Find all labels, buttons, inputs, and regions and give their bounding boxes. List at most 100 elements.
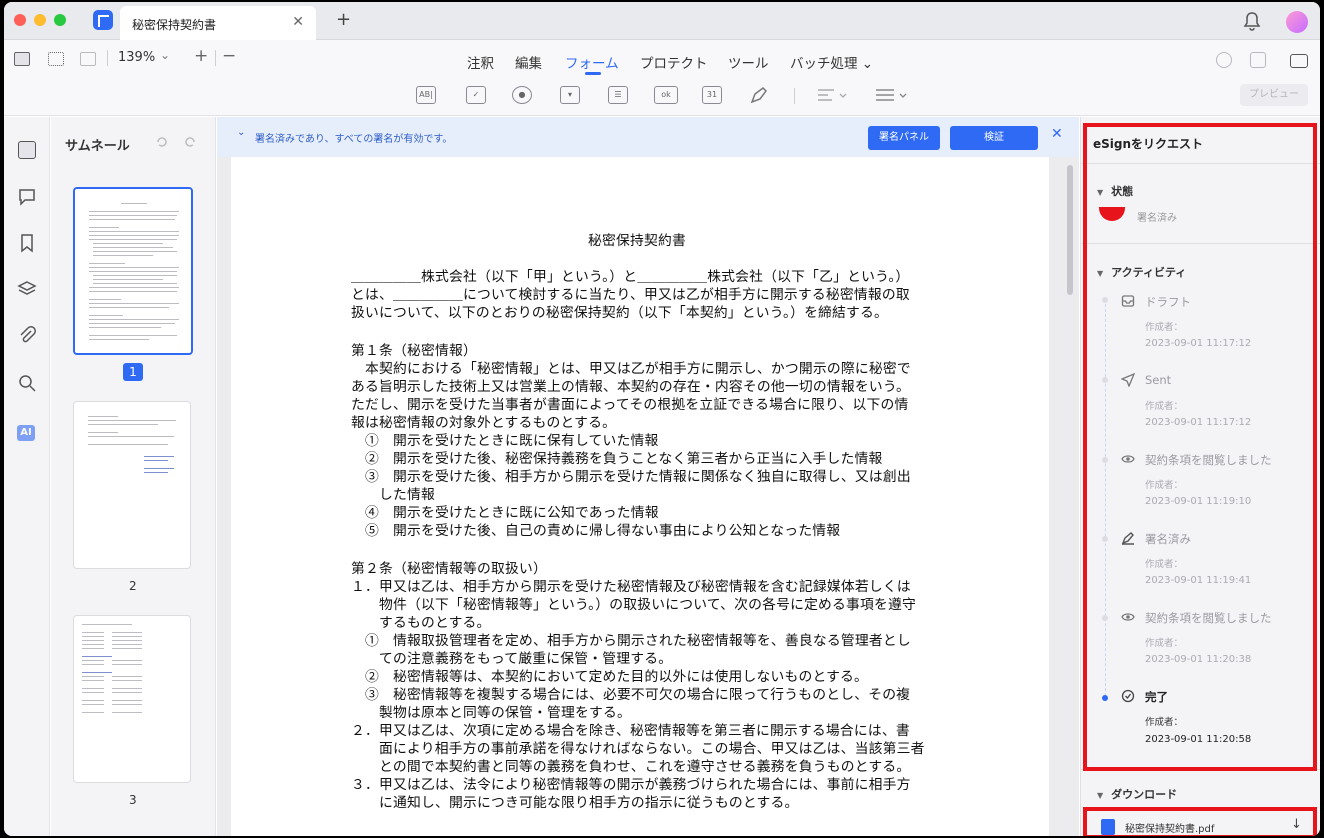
left-icon-bar: AI — [4, 117, 50, 836]
list-box-icon[interactable]: ☰ — [608, 86, 628, 104]
ai-assistant-icon[interactable]: AI — [17, 425, 35, 441]
menu-annotate[interactable]: 注釈 — [467, 52, 494, 72]
close-bar-icon[interactable]: ✕ — [1051, 126, 1063, 142]
page-thumbnail-2[interactable] — [73, 401, 191, 569]
download-section-header[interactable]: ▼ ダウンロード — [1097, 786, 1177, 802]
search-icon[interactable] — [17, 373, 37, 393]
app-logo-icon — [93, 10, 113, 30]
app-window: 秘密保持契約書 ✕ + 139% ⌄ + − 注釈 編集 フォーム プロテクト … — [4, 2, 1320, 836]
doc-line: ③ 秘密情報等を複製する場合には、必要不可欠の場合に限って行うものとし、その複 — [351, 687, 911, 703]
rotate-left-icon[interactable] — [155, 135, 169, 149]
tab-close-icon[interactable]: ✕ — [292, 14, 304, 30]
menu-tools[interactable]: ツール — [728, 52, 769, 72]
thumbnail-panel-title: サムネール — [65, 139, 130, 154]
doc-line: ２．甲又は乙は、次項に定める場合を除き、秘密情報等を第三者に開示する場合には、書 — [351, 723, 910, 739]
checkbox-icon[interactable]: ✓ — [466, 86, 486, 104]
doc-line: ただし、開示を受けた当事者が書面によってその根拠を立証できる場合に限り、以下の情 — [351, 397, 909, 413]
verify-button[interactable]: 検証 — [950, 126, 1038, 150]
user-avatar[interactable] — [1286, 11, 1308, 33]
combo-box-icon[interactable]: ▾ — [560, 86, 580, 104]
doc-line: 報は秘密情報の対象外とするものとする。 — [351, 415, 617, 431]
page-thumbnail-1[interactable] — [73, 187, 193, 355]
tab-title: 秘密保持契約書 — [132, 18, 217, 32]
notification-bell-icon[interactable] — [1242, 10, 1262, 32]
doc-line: 本契約における「秘密情報」とは、甲又は乙が相手方に開示し、かつ開示の際に秘密で — [351, 361, 911, 377]
doc-heading: 第１条（秘密情報） — [351, 343, 477, 359]
zoom-level[interactable]: 139% — [118, 50, 155, 65]
page-thumbnail-icon[interactable] — [18, 141, 36, 159]
doc-line: ① 開示を受けたときに既に保有していた情報 — [351, 433, 659, 449]
doc-line: ＿＿＿＿＿株式会社（以下「甲」という。）と＿＿＿＿＿株式会社（以下「乙」という。… — [351, 269, 910, 285]
doc-line: 面により相手方の事前承諾を得なければならない。この場合、甲又は乙は、当該第三者 — [351, 741, 925, 757]
sidebar-toggle-icon[interactable] — [14, 52, 30, 66]
toolbar-divider — [215, 50, 216, 66]
button-field-icon[interactable]: ok — [654, 86, 678, 104]
document-title: 秘密保持契約書 — [588, 233, 686, 249]
radio-button-icon[interactable]: ● — [512, 86, 532, 104]
page-number-3: 3 — [129, 793, 137, 807]
page-number-1: 1 — [123, 363, 143, 381]
signature-panel-button[interactable]: 署名パネル — [868, 126, 940, 150]
doc-line: 扱いについて、以下のとおりの秘密保持契約（以下「本契約」という。）を締結する。 — [351, 305, 889, 321]
highlight-box-download — [1083, 807, 1317, 836]
zoom-out-button[interactable]: − — [222, 46, 236, 66]
document-viewer: ⌄ 署名済みであり、すべての署名が有効です。 署名パネル 検証 ✕ 秘密保持契約… — [217, 117, 1079, 836]
doc-line: ④ 開示を受けたときに既に公知であった情報 — [351, 505, 659, 521]
doc-line: ての注意義務をもって厳重に保管・管理する。 — [351, 651, 673, 667]
signature-status-text: 署名済みであり、すべての署名が有効です。 — [255, 134, 453, 145]
rotate-right-icon[interactable] — [183, 135, 197, 149]
doc-line: ① 情報取扱管理者を定め、相手方から開示された秘密情報等を、善良なる管理者とし — [351, 633, 911, 649]
vertical-scrollbar[interactable] — [1067, 165, 1073, 295]
minimize-window-button[interactable] — [34, 14, 46, 26]
doc-line: するものとする。 — [351, 615, 491, 631]
page-view-icon[interactable] — [80, 52, 96, 66]
bookmark-icon[interactable] — [17, 233, 37, 253]
doc-line: との間で本契約書と同等の義務を負わせ、これを遵守させる義務を負うものとする。 — [351, 759, 911, 775]
doc-line: 物件（以下「秘密情報等」という。）の取扱いについて、次の各号に定める事項を遵守 — [351, 597, 917, 613]
menu-edit[interactable]: 編集 — [515, 52, 542, 72]
zoom-dropdown-icon[interactable]: ⌄ — [160, 48, 170, 62]
signature-status-bar: ⌄ 署名済みであり、すべての署名が有効です。 署名パネル 検証 ✕ — [217, 117, 1079, 157]
doc-line: 製物は原本と同等の保管・管理をする。 — [351, 705, 631, 721]
toolbar-divider — [107, 50, 108, 66]
zoom-in-button[interactable]: + — [194, 46, 208, 66]
right-panel-toggle-icon[interactable] — [1290, 54, 1308, 68]
title-bar: 秘密保持契約書 ✕ + — [4, 2, 1320, 40]
collapse-caret-icon[interactable]: ⌄ — [237, 127, 245, 138]
doc-line: ⑤ 開示を受けた後、自己の責めに帰し得ない事由により公知となった情報 — [351, 523, 841, 539]
doc-heading: 第２条（秘密情報等の取扱い） — [351, 561, 547, 577]
pdf-page: 秘密保持契約書 ＿＿＿＿＿株式会社（以下「甲」という。）と＿＿＿＿＿株式会社（以… — [231, 157, 1049, 836]
menu-form[interactable]: フォーム — [565, 52, 619, 72]
signature-field-icon[interactable] — [748, 84, 770, 106]
grid-view-icon[interactable] — [48, 52, 64, 66]
attachment-icon[interactable] — [17, 325, 37, 345]
share-icon[interactable] — [1250, 52, 1266, 68]
menu-protect[interactable]: プロテクト — [640, 52, 708, 72]
page-thumbnail-3[interactable] — [73, 615, 191, 783]
preview-button[interactable]: プレビュー — [1240, 84, 1308, 106]
date-field-icon[interactable]: 31 — [702, 86, 722, 104]
doc-line: に通知し、開示につき可能な限り相手方の指示に従うものとする。 — [351, 795, 799, 811]
document-tab[interactable]: 秘密保持契約書 ✕ — [120, 6, 316, 40]
comment-icon[interactable] — [17, 187, 37, 207]
close-window-button[interactable] — [14, 14, 26, 26]
esign-panel: eSignをリクエスト ▼ 状態 署名済み ▼ アクティビティ ドラフト 作成者： … — [1080, 117, 1320, 836]
doc-line: １．甲又は乙は、相手方から開示を受けた秘密情報及び秘密情報を含む記録媒体若しくは — [351, 579, 911, 595]
align-dropdown-icon[interactable] — [816, 86, 850, 104]
layers-icon[interactable] — [17, 279, 37, 299]
cloud-upload-icon[interactable] — [1216, 52, 1232, 68]
download-section-label: ダウンロード — [1111, 788, 1178, 801]
text-field-icon[interactable]: AB| — [416, 86, 436, 104]
thumbnail-panel: サムネール 1 2 3 — [51, 117, 216, 836]
maximize-window-button[interactable] — [54, 14, 66, 26]
caret-down-icon: ▼ — [1097, 791, 1104, 800]
doc-line: した情報 — [351, 487, 435, 503]
doc-line: ３．甲又は乙は、法令により秘密情報等の開示が義務づけられた場合には、事前に相手方 — [351, 777, 911, 793]
new-tab-button[interactable]: + — [336, 9, 351, 30]
doc-line: ③ 開示を受けた後、相手方から開示を受けた情報に関係なく独自に取得し、又は創出 — [351, 469, 911, 485]
doc-line: ある旨明示した技術上又は営業上の情報、本契約の存在・内容その他一切の情報をいう。 — [351, 379, 911, 395]
distribute-dropdown-icon[interactable] — [874, 86, 912, 104]
doc-line: ② 秘密情報等は、本契約において定めた目的以外には使用しないものとする。 — [351, 669, 869, 685]
doc-line: とは、＿＿＿＿＿について検討するに当たり、甲又は乙が相手方に開示する秘密情報の取 — [351, 287, 910, 303]
menu-batch[interactable]: バッチ処理 ⌄ — [790, 52, 873, 72]
